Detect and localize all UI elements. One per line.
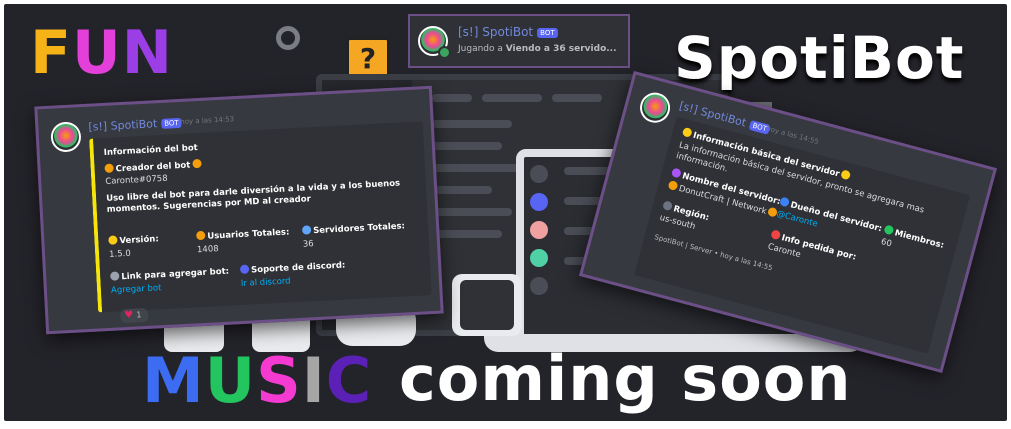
anchor-icon xyxy=(104,163,114,173)
status-activity: Jugando a Viendo a 36 servido... xyxy=(458,44,617,54)
add-link-label: Link para agregar bot: xyxy=(110,266,229,283)
discord-icon xyxy=(239,264,250,275)
globe-icon xyxy=(779,196,791,208)
bot-info-message: [s!] SpotiBot BOT hoy a las 14:53 Informa… xyxy=(34,85,444,335)
smile-icon xyxy=(196,230,206,241)
creator-value: Caronte#0758 xyxy=(105,173,168,187)
star-icon xyxy=(840,169,852,181)
bot-avatar xyxy=(50,121,82,153)
map-icon xyxy=(662,200,674,212)
reaction-count: 1 xyxy=(136,310,142,320)
ring-decoration xyxy=(276,26,300,50)
info-timestamp: hoy a las 14:53 xyxy=(180,115,235,126)
spotibot-title: SpotiBot xyxy=(674,24,965,92)
discord-link[interactable]: Ir al discord xyxy=(241,276,291,289)
server-embed-footer: SpotiBot | Server • hoy a las 14:55 xyxy=(653,233,774,273)
robot-icon xyxy=(110,271,120,281)
support-label: Soporte de discord: xyxy=(239,260,346,276)
creator-label: Creador del bot xyxy=(104,158,203,175)
coming-soon-title: coming soon xyxy=(399,342,852,415)
fun-title: FUN xyxy=(30,18,173,88)
bot-info-embed: Información del bot Creador del bot Caro… xyxy=(89,121,432,313)
lightning-icon xyxy=(108,235,118,245)
users-label: Usuarios Totales: xyxy=(196,226,290,242)
music-title: MUSIC xyxy=(142,344,373,417)
info-username[interactable]: [s!] SpotiBot BOT xyxy=(88,116,182,134)
globe-icon xyxy=(301,225,312,235)
star-icon xyxy=(681,126,693,138)
servers-label: Servidores Totales: xyxy=(301,220,405,236)
version-value: 1.5.0 xyxy=(108,248,132,260)
donut-icon xyxy=(667,179,679,192)
phone-illustration xyxy=(452,274,522,336)
users-value: 1408 xyxy=(196,244,219,256)
server-icon xyxy=(670,167,682,179)
heart-reaction[interactable]: ♥ 1 xyxy=(120,307,149,324)
promo-banner: ? FUN SpotiBot MUSIC coming soon [s!] Sp… xyxy=(4,4,1007,421)
servers-value: 36 xyxy=(302,239,314,250)
embed-title: Información del bot xyxy=(103,143,199,158)
members-value: 60 xyxy=(879,236,893,250)
version-label: Versión: xyxy=(108,233,159,247)
bot-avatar xyxy=(636,89,674,127)
green-circle-icon xyxy=(883,224,895,236)
add-bot-link[interactable]: Agregar bot xyxy=(111,283,162,296)
heart-icon: ♥ xyxy=(124,309,134,322)
anchor-icon xyxy=(192,158,202,169)
online-status-icon xyxy=(438,46,451,59)
bot-status-card: [s!] SpotiBot BOT Jugando a Viendo a 36 s… xyxy=(408,14,630,68)
status-username: [s!] SpotiBot BOT xyxy=(458,25,558,39)
red-circle-icon xyxy=(770,229,782,241)
